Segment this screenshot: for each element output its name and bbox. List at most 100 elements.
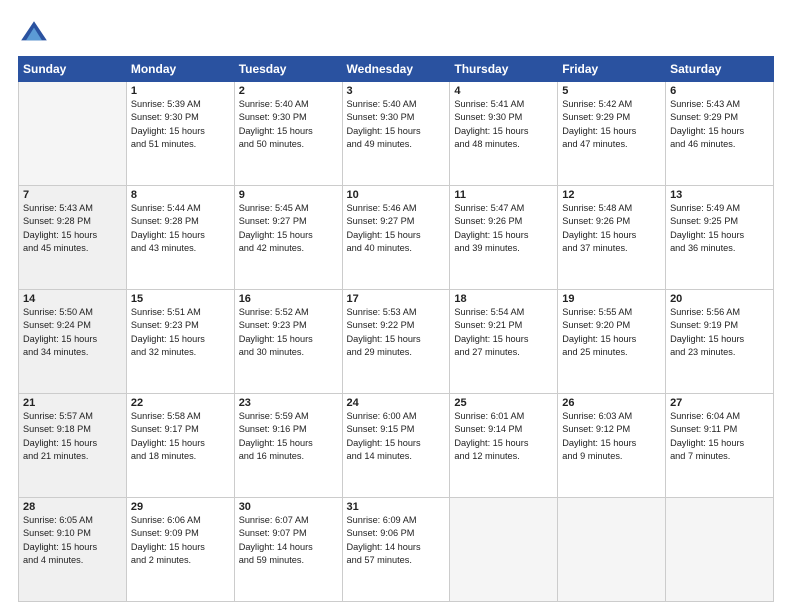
day-number: 19 (562, 293, 661, 305)
day-info: Sunrise: 5:54 AM Sunset: 9:21 PM Dayligh… (454, 306, 553, 359)
day-number: 9 (239, 189, 338, 201)
calendar-week-row: 21Sunrise: 5:57 AM Sunset: 9:18 PM Dayli… (19, 394, 774, 498)
calendar-cell: 10Sunrise: 5:46 AM Sunset: 9:27 PM Dayli… (342, 186, 450, 290)
day-number: 25 (454, 397, 553, 409)
calendar-day-header: Sunday (19, 57, 127, 82)
calendar-cell: 25Sunrise: 6:01 AM Sunset: 9:14 PM Dayli… (450, 394, 558, 498)
calendar-cell: 18Sunrise: 5:54 AM Sunset: 9:21 PM Dayli… (450, 290, 558, 394)
day-info: Sunrise: 5:48 AM Sunset: 9:26 PM Dayligh… (562, 202, 661, 255)
day-number: 15 (131, 293, 230, 305)
calendar-cell: 26Sunrise: 6:03 AM Sunset: 9:12 PM Dayli… (558, 394, 666, 498)
day-info: Sunrise: 6:00 AM Sunset: 9:15 PM Dayligh… (347, 410, 446, 463)
calendar-cell: 1Sunrise: 5:39 AM Sunset: 9:30 PM Daylig… (126, 82, 234, 186)
calendar-cell: 21Sunrise: 5:57 AM Sunset: 9:18 PM Dayli… (19, 394, 127, 498)
calendar-cell (666, 498, 774, 602)
calendar-cell: 17Sunrise: 5:53 AM Sunset: 9:22 PM Dayli… (342, 290, 450, 394)
day-number: 7 (23, 189, 122, 201)
day-info: Sunrise: 5:41 AM Sunset: 9:30 PM Dayligh… (454, 98, 553, 151)
calendar-week-row: 14Sunrise: 5:50 AM Sunset: 9:24 PM Dayli… (19, 290, 774, 394)
calendar-cell: 31Sunrise: 6:09 AM Sunset: 9:06 PM Dayli… (342, 498, 450, 602)
calendar-cell: 8Sunrise: 5:44 AM Sunset: 9:28 PM Daylig… (126, 186, 234, 290)
day-number: 14 (23, 293, 122, 305)
page: SundayMondayTuesdayWednesdayThursdayFrid… (0, 0, 792, 612)
calendar-cell: 9Sunrise: 5:45 AM Sunset: 9:27 PM Daylig… (234, 186, 342, 290)
day-number: 17 (347, 293, 446, 305)
calendar-cell: 23Sunrise: 5:59 AM Sunset: 9:16 PM Dayli… (234, 394, 342, 498)
day-info: Sunrise: 6:06 AM Sunset: 9:09 PM Dayligh… (131, 514, 230, 567)
logo (18, 18, 52, 50)
day-info: Sunrise: 6:07 AM Sunset: 9:07 PM Dayligh… (239, 514, 338, 567)
day-info: Sunrise: 5:58 AM Sunset: 9:17 PM Dayligh… (131, 410, 230, 463)
calendar-cell: 19Sunrise: 5:55 AM Sunset: 9:20 PM Dayli… (558, 290, 666, 394)
logo-icon (18, 18, 50, 50)
day-number: 16 (239, 293, 338, 305)
calendar-week-row: 7Sunrise: 5:43 AM Sunset: 9:28 PM Daylig… (19, 186, 774, 290)
day-number: 10 (347, 189, 446, 201)
day-info: Sunrise: 5:50 AM Sunset: 9:24 PM Dayligh… (23, 306, 122, 359)
calendar-cell (450, 498, 558, 602)
calendar-cell: 7Sunrise: 5:43 AM Sunset: 9:28 PM Daylig… (19, 186, 127, 290)
day-info: Sunrise: 5:56 AM Sunset: 9:19 PM Dayligh… (670, 306, 769, 359)
day-info: Sunrise: 5:39 AM Sunset: 9:30 PM Dayligh… (131, 98, 230, 151)
day-info: Sunrise: 5:44 AM Sunset: 9:28 PM Dayligh… (131, 202, 230, 255)
calendar-week-row: 1Sunrise: 5:39 AM Sunset: 9:30 PM Daylig… (19, 82, 774, 186)
calendar-cell: 20Sunrise: 5:56 AM Sunset: 9:19 PM Dayli… (666, 290, 774, 394)
day-number: 24 (347, 397, 446, 409)
day-info: Sunrise: 5:43 AM Sunset: 9:29 PM Dayligh… (670, 98, 769, 151)
calendar-header-row: SundayMondayTuesdayWednesdayThursdayFrid… (19, 57, 774, 82)
day-info: Sunrise: 5:45 AM Sunset: 9:27 PM Dayligh… (239, 202, 338, 255)
day-info: Sunrise: 6:09 AM Sunset: 9:06 PM Dayligh… (347, 514, 446, 567)
day-number: 4 (454, 85, 553, 97)
calendar-cell: 6Sunrise: 5:43 AM Sunset: 9:29 PM Daylig… (666, 82, 774, 186)
day-number: 22 (131, 397, 230, 409)
header (18, 18, 774, 50)
day-info: Sunrise: 5:57 AM Sunset: 9:18 PM Dayligh… (23, 410, 122, 463)
calendar-day-header: Friday (558, 57, 666, 82)
day-info: Sunrise: 5:46 AM Sunset: 9:27 PM Dayligh… (347, 202, 446, 255)
calendar-cell: 5Sunrise: 5:42 AM Sunset: 9:29 PM Daylig… (558, 82, 666, 186)
day-number: 21 (23, 397, 122, 409)
calendar-day-header: Saturday (666, 57, 774, 82)
day-number: 23 (239, 397, 338, 409)
calendar-cell: 11Sunrise: 5:47 AM Sunset: 9:26 PM Dayli… (450, 186, 558, 290)
day-number: 1 (131, 85, 230, 97)
day-info: Sunrise: 5:40 AM Sunset: 9:30 PM Dayligh… (239, 98, 338, 151)
calendar-cell (19, 82, 127, 186)
calendar-cell: 14Sunrise: 5:50 AM Sunset: 9:24 PM Dayli… (19, 290, 127, 394)
calendar-cell (558, 498, 666, 602)
day-info: Sunrise: 5:47 AM Sunset: 9:26 PM Dayligh… (454, 202, 553, 255)
day-number: 2 (239, 85, 338, 97)
day-info: Sunrise: 5:43 AM Sunset: 9:28 PM Dayligh… (23, 202, 122, 255)
calendar-cell: 13Sunrise: 5:49 AM Sunset: 9:25 PM Dayli… (666, 186, 774, 290)
day-number: 30 (239, 501, 338, 513)
day-info: Sunrise: 6:01 AM Sunset: 9:14 PM Dayligh… (454, 410, 553, 463)
calendar-cell: 2Sunrise: 5:40 AM Sunset: 9:30 PM Daylig… (234, 82, 342, 186)
day-number: 3 (347, 85, 446, 97)
calendar-cell: 15Sunrise: 5:51 AM Sunset: 9:23 PM Dayli… (126, 290, 234, 394)
day-number: 8 (131, 189, 230, 201)
calendar-day-header: Tuesday (234, 57, 342, 82)
calendar-cell: 16Sunrise: 5:52 AM Sunset: 9:23 PM Dayli… (234, 290, 342, 394)
calendar-cell: 3Sunrise: 5:40 AM Sunset: 9:30 PM Daylig… (342, 82, 450, 186)
day-number: 28 (23, 501, 122, 513)
day-info: Sunrise: 5:53 AM Sunset: 9:22 PM Dayligh… (347, 306, 446, 359)
day-info: Sunrise: 5:52 AM Sunset: 9:23 PM Dayligh… (239, 306, 338, 359)
calendar-cell: 30Sunrise: 6:07 AM Sunset: 9:07 PM Dayli… (234, 498, 342, 602)
day-info: Sunrise: 6:03 AM Sunset: 9:12 PM Dayligh… (562, 410, 661, 463)
calendar-table: SundayMondayTuesdayWednesdayThursdayFrid… (18, 56, 774, 602)
day-info: Sunrise: 5:42 AM Sunset: 9:29 PM Dayligh… (562, 98, 661, 151)
day-info: Sunrise: 5:59 AM Sunset: 9:16 PM Dayligh… (239, 410, 338, 463)
calendar-cell: 4Sunrise: 5:41 AM Sunset: 9:30 PM Daylig… (450, 82, 558, 186)
day-info: Sunrise: 5:55 AM Sunset: 9:20 PM Dayligh… (562, 306, 661, 359)
day-number: 6 (670, 85, 769, 97)
calendar-cell: 28Sunrise: 6:05 AM Sunset: 9:10 PM Dayli… (19, 498, 127, 602)
calendar-cell: 29Sunrise: 6:06 AM Sunset: 9:09 PM Dayli… (126, 498, 234, 602)
day-number: 31 (347, 501, 446, 513)
day-number: 12 (562, 189, 661, 201)
day-info: Sunrise: 6:04 AM Sunset: 9:11 PM Dayligh… (670, 410, 769, 463)
day-info: Sunrise: 5:49 AM Sunset: 9:25 PM Dayligh… (670, 202, 769, 255)
day-info: Sunrise: 6:05 AM Sunset: 9:10 PM Dayligh… (23, 514, 122, 567)
calendar-cell: 12Sunrise: 5:48 AM Sunset: 9:26 PM Dayli… (558, 186, 666, 290)
calendar-cell: 22Sunrise: 5:58 AM Sunset: 9:17 PM Dayli… (126, 394, 234, 498)
day-number: 26 (562, 397, 661, 409)
